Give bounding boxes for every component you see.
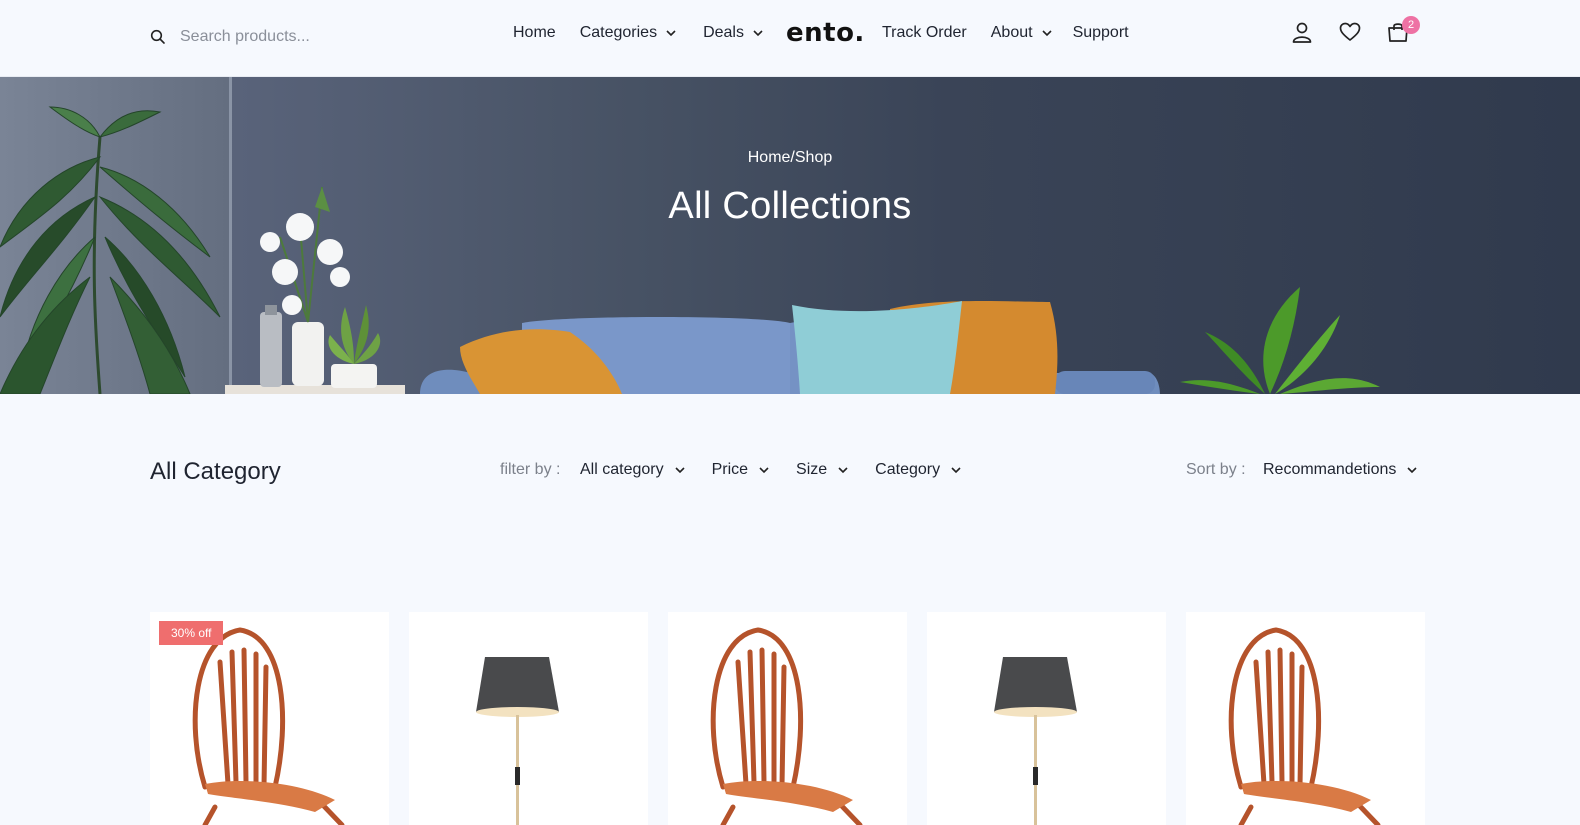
wishlist-button[interactable] [1338, 18, 1362, 46]
heart-icon [1339, 22, 1361, 41]
nav-support-label: Support [1072, 24, 1129, 41]
filter-price-label: Price [711, 461, 749, 478]
nav-categories[interactable]: Categories [580, 24, 677, 42]
floor-lamp-image [994, 657, 1077, 825]
site-logo[interactable]: ento. [786, 18, 865, 48]
filter-all-category-dropdown[interactable]: All category [580, 461, 686, 479]
nav-track-order-label: Track Order [882, 24, 967, 41]
product-grid: 30% off [150, 612, 1425, 825]
sort-by-label: Sort by : [1186, 461, 1246, 478]
header-actions: 2 [1290, 16, 1420, 46]
chevron-down-icon [759, 467, 769, 474]
chevron-down-icon [951, 467, 961, 474]
nav-categories-label: Categories [579, 24, 658, 41]
side-table-image [225, 385, 405, 394]
product-card[interactable]: 30% off [150, 612, 389, 825]
succulent-plant-image [328, 305, 381, 388]
account-button[interactable] [1290, 18, 1314, 46]
nav-deals-label: Deals [703, 24, 744, 41]
nav-about-label: About [990, 24, 1033, 41]
nav-support[interactable]: Support [1073, 24, 1129, 42]
search-icon[interactable] [150, 29, 166, 45]
chevron-down-icon [1407, 467, 1417, 474]
chevron-down-icon [838, 467, 848, 474]
product-card[interactable] [409, 612, 648, 825]
nav-deals[interactable]: Deals [703, 24, 764, 42]
filter-size-label: Size [796, 461, 828, 478]
cart-count-badge: 2 [1402, 16, 1420, 34]
hero-scene-illustration [0, 106, 1380, 394]
floor-lamp-image [476, 657, 559, 825]
nav-home-label: Home [513, 24, 556, 41]
chevron-down-icon [1041, 30, 1052, 37]
filter-by-label: filter by : [500, 461, 561, 478]
filter-category-dropdown[interactable]: Category [875, 461, 962, 479]
chevron-down-icon [753, 30, 763, 37]
filter-size-dropdown[interactable]: Size [796, 461, 849, 479]
sort-dropdown[interactable]: Recommandetions [1263, 461, 1418, 479]
chair-image [710, 627, 863, 825]
nav-home[interactable]: Home [513, 24, 556, 42]
sale-badge: 30% off [159, 621, 224, 645]
chevron-down-icon [666, 30, 676, 37]
product-card[interactable] [1186, 612, 1425, 825]
breadcrumb[interactable]: Home/Shop [0, 149, 1580, 167]
user-icon [1292, 22, 1312, 43]
pillow-teal-image [792, 301, 962, 394]
main-nav-right: Track Order About Support [882, 24, 1129, 42]
search-bar[interactable] [150, 22, 410, 52]
search-input[interactable] [180, 28, 380, 46]
section-title: All Category [150, 458, 281, 485]
chevron-down-icon [675, 467, 685, 474]
filter-price-dropdown[interactable]: Price [712, 461, 770, 479]
chair-image [1228, 627, 1381, 825]
page-title: All Collections [668, 185, 912, 227]
hero-banner: Home/Shop All Collections [0, 77, 1580, 394]
product-card[interactable] [668, 612, 907, 825]
nav-about[interactable]: About [991, 24, 1053, 42]
filter-category-label: Category [875, 461, 941, 478]
sort-value: Recommandetions [1263, 461, 1397, 478]
filter-all-category-label: All category [580, 461, 664, 478]
filter-dropdowns: All category Price Size Category [580, 461, 962, 479]
site-header: Home Categories Deals ento. Track Order … [0, 0, 1580, 77]
nav-track-order[interactable]: Track Order [882, 24, 967, 42]
cart-button[interactable]: 2 [1386, 16, 1420, 46]
product-card[interactable] [927, 612, 1166, 825]
main-nav-left: Home Categories Deals [513, 24, 764, 42]
leafy-plant-image [1180, 287, 1380, 394]
